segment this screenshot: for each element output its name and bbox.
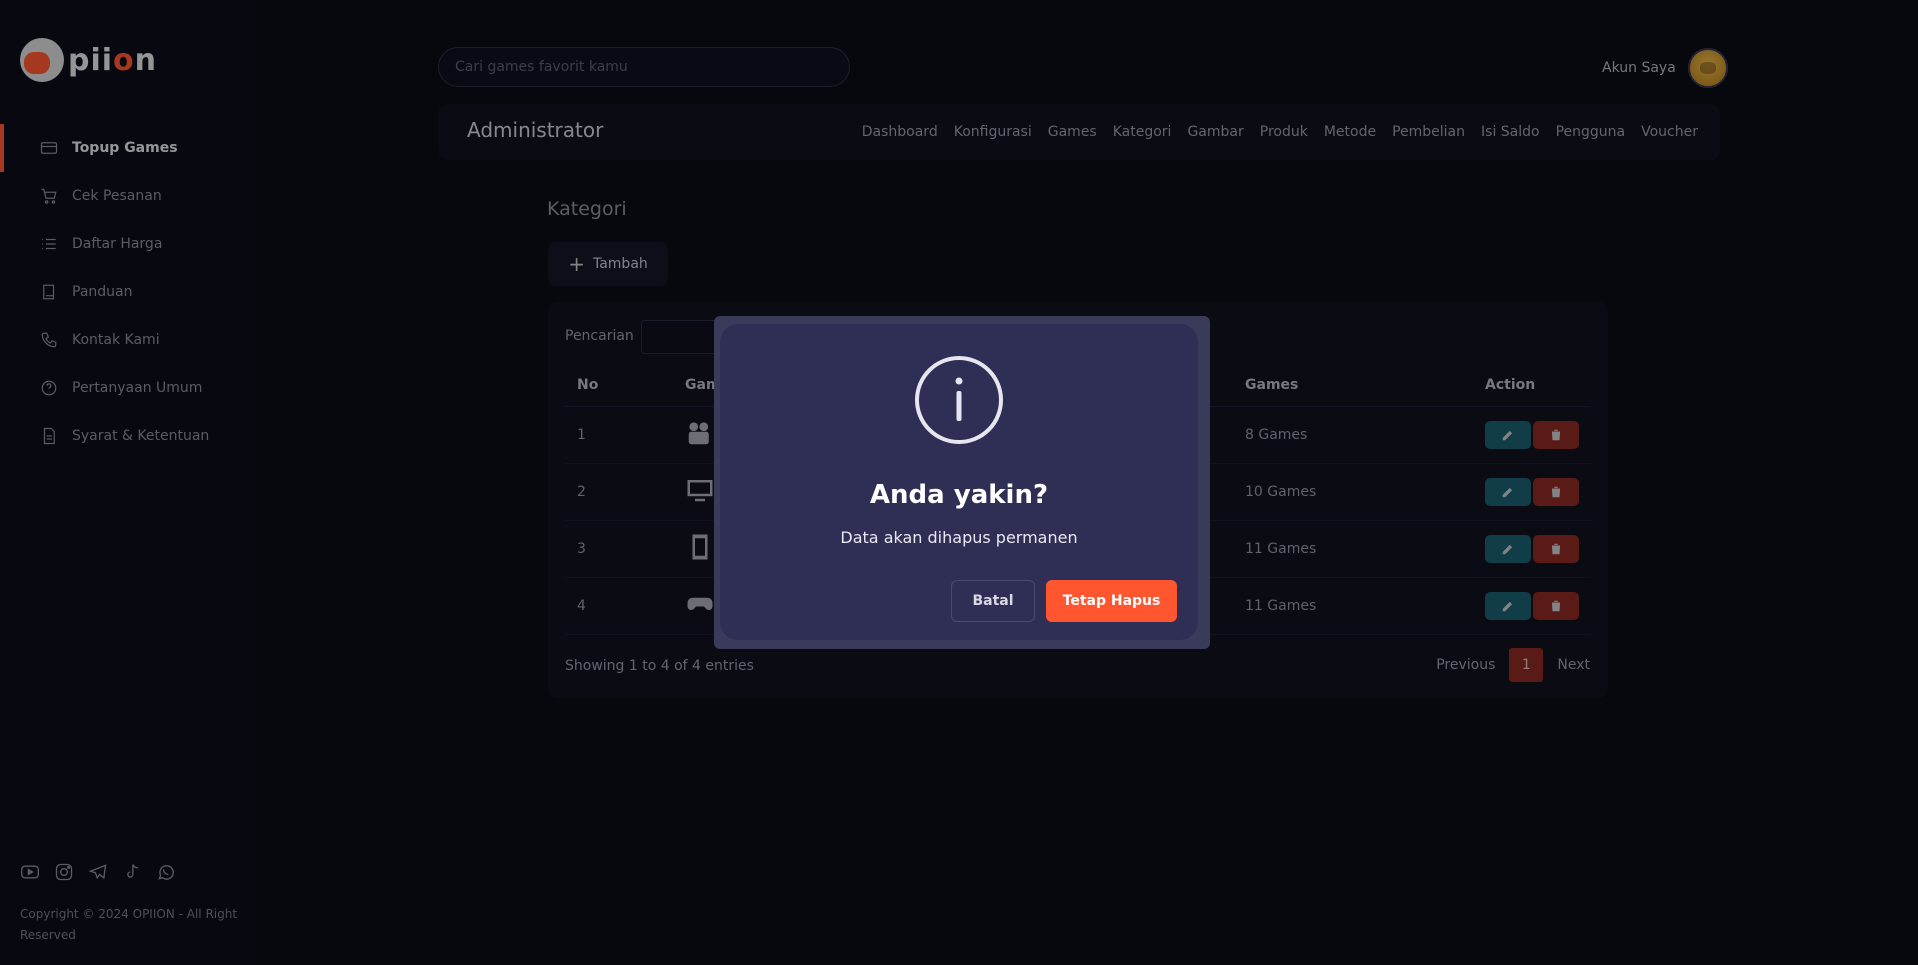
confirm-dialog: Anda yakin? Data akan dihapus permanen B… [720, 324, 1198, 640]
dialog-title: Anda yakin? [869, 480, 1049, 510]
confirm-delete-button[interactable]: Tetap Hapus [1046, 580, 1177, 622]
dialog-message: Data akan dihapus permanen [840, 528, 1078, 547]
info-icon [915, 356, 1003, 444]
cancel-button[interactable]: Batal [951, 580, 1035, 622]
page: piion Topup Games Cek Pesanan Daftar Har… [0, 0, 1918, 965]
